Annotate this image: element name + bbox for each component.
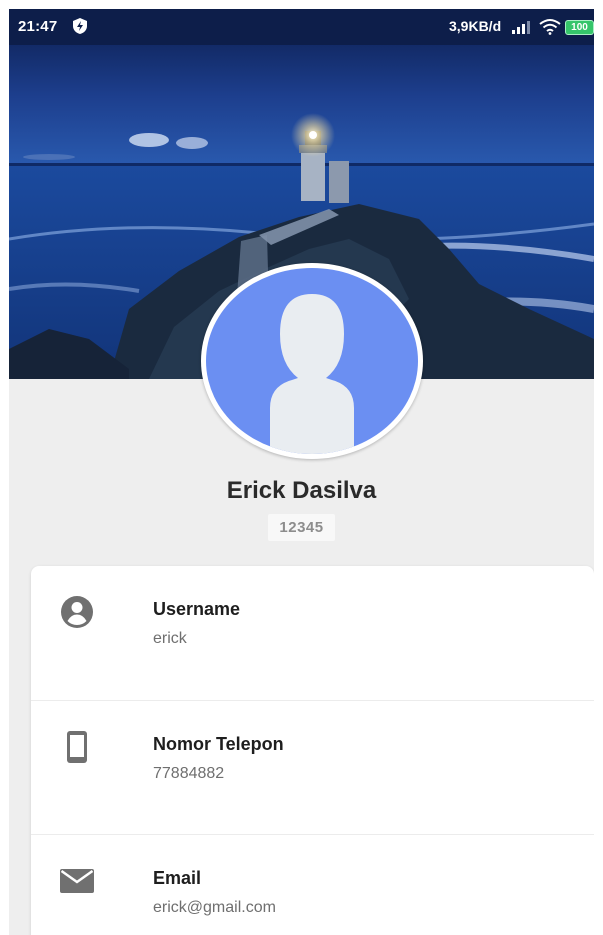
email-icon (59, 863, 95, 899)
profile-screen: 21:47 3,9KB/d 100 Erick Dasilva 12345 Us… (9, 9, 594, 935)
info-label: Username (153, 599, 241, 619)
info-label: Email (153, 868, 202, 888)
profile-name: Erick Dasilva (226, 477, 377, 504)
profile-id-badge: 12345 (268, 514, 335, 541)
info-row-email[interactable]: Email erick@gmail.com (31, 834, 594, 935)
info-label: Nomor Telepon (153, 734, 284, 754)
info-value: erick (153, 630, 187, 647)
battery-level: 100 (571, 22, 588, 33)
wifi-icon (539, 18, 561, 35)
info-value: 77884882 (153, 765, 225, 782)
person-icon (206, 268, 418, 454)
profile-info-card: Username erick Nomor Telepon 77884882 Em… (31, 566, 594, 935)
profile-id-container: 12345 (9, 514, 594, 541)
info-value: erick@gmail.com (153, 899, 276, 916)
smartphone-icon (59, 729, 95, 765)
info-row-username[interactable]: Username erick (31, 566, 594, 700)
shield-icon (71, 17, 89, 35)
status-bar: 21:47 3,9KB/d 100 (9, 9, 594, 45)
account-circle-icon (59, 594, 95, 630)
network-speed: 3,9KB/d (449, 18, 502, 34)
info-row-phone[interactable]: Nomor Telepon 77884882 (31, 700, 594, 835)
avatar[interactable] (201, 263, 423, 459)
battery-icon: 100 (565, 20, 594, 35)
signal-icon (512, 20, 530, 34)
status-time: 21:47 (18, 18, 58, 35)
